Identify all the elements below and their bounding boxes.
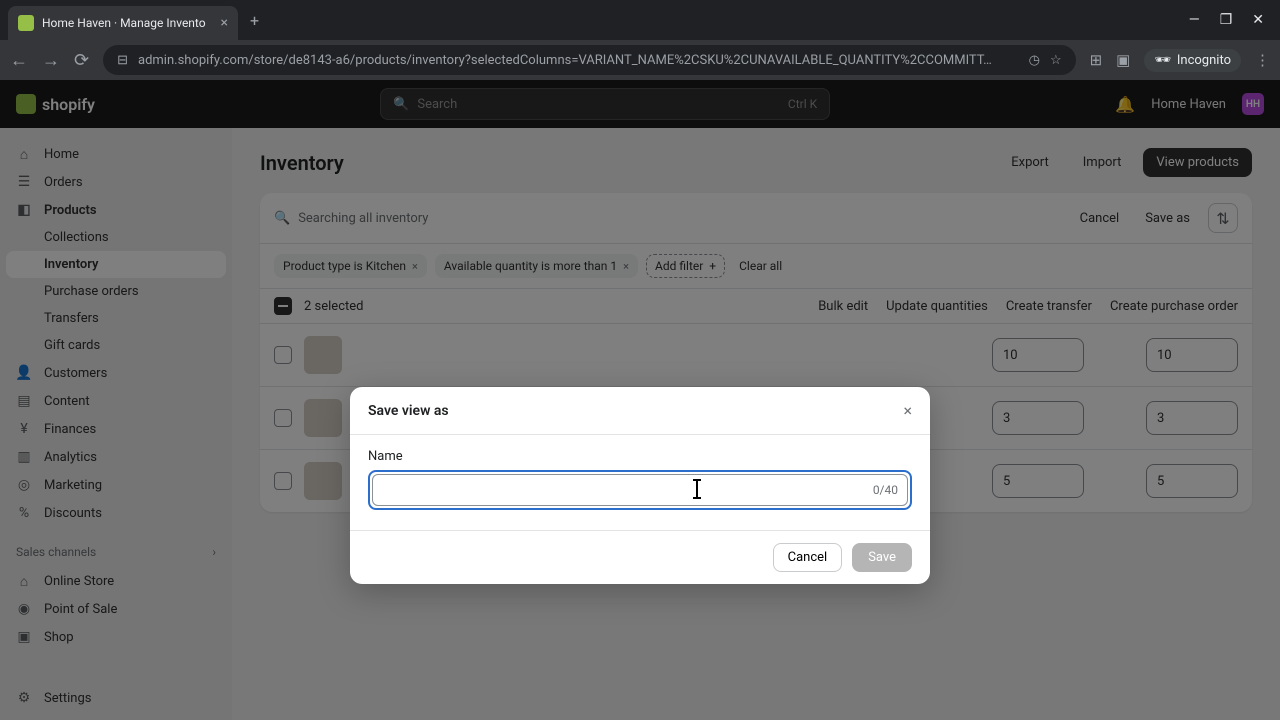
modal-cancel-button[interactable]: Cancel bbox=[773, 543, 843, 572]
tab-close-icon[interactable]: × bbox=[221, 15, 228, 31]
tab-title: Home Haven · Manage Invento bbox=[42, 16, 213, 30]
back-button[interactable]: ← bbox=[10, 50, 28, 71]
browser-tabstrip: Home Haven · Manage Invento × + — ❐ ✕ bbox=[0, 0, 1280, 40]
maximize-icon[interactable]: ❐ bbox=[1220, 12, 1233, 28]
sidepanel-icon[interactable]: ▣ bbox=[1116, 51, 1130, 69]
name-label: Name bbox=[368, 449, 912, 464]
url-text: admin.shopify.com/store/de8143-a6/produc… bbox=[138, 53, 1019, 68]
tracking-icon[interactable]: ◷ bbox=[1029, 53, 1040, 68]
site-info-icon[interactable]: ⊟ bbox=[117, 53, 128, 68]
name-field-wrap: 0/40 bbox=[368, 470, 912, 510]
new-tab-button[interactable]: + bbox=[250, 11, 259, 30]
incognito-badge[interactable]: 🕶 Incognito bbox=[1144, 49, 1241, 72]
browser-toolbar: ← → ⟳ ⊟ admin.shopify.com/store/de8143-a… bbox=[0, 40, 1280, 80]
bookmark-icon[interactable]: ☆ bbox=[1050, 53, 1062, 68]
app-root: shopify 🔍 Search Ctrl K 🔔 Home Haven HH … bbox=[0, 80, 1280, 720]
minimize-icon[interactable]: — bbox=[1189, 12, 1200, 28]
browser-menu-icon[interactable]: ⋮ bbox=[1255, 51, 1270, 69]
name-input[interactable] bbox=[372, 474, 908, 506]
reload-button[interactable]: ⟳ bbox=[74, 50, 89, 71]
close-modal-icon[interactable]: × bbox=[903, 401, 912, 420]
save-view-modal: Save view as × Name 0/40 Cancel Save bbox=[350, 387, 930, 584]
modal-title: Save view as bbox=[368, 403, 449, 419]
char-counter: 0/40 bbox=[873, 483, 898, 497]
modal-save-button[interactable]: Save bbox=[852, 543, 912, 572]
forward-button[interactable]: → bbox=[42, 50, 60, 71]
incognito-icon: 🕶 bbox=[1154, 53, 1171, 68]
window-controls: — ❐ ✕ bbox=[1189, 12, 1280, 28]
extensions-icon[interactable]: ⊞ bbox=[1090, 51, 1103, 69]
browser-tab[interactable]: Home Haven · Manage Invento × bbox=[8, 6, 238, 40]
text-cursor-icon bbox=[696, 480, 698, 498]
close-window-icon[interactable]: ✕ bbox=[1252, 12, 1264, 28]
address-bar[interactable]: ⊟ admin.shopify.com/store/de8143-a6/prod… bbox=[103, 45, 1076, 75]
shopify-favicon bbox=[18, 15, 34, 31]
